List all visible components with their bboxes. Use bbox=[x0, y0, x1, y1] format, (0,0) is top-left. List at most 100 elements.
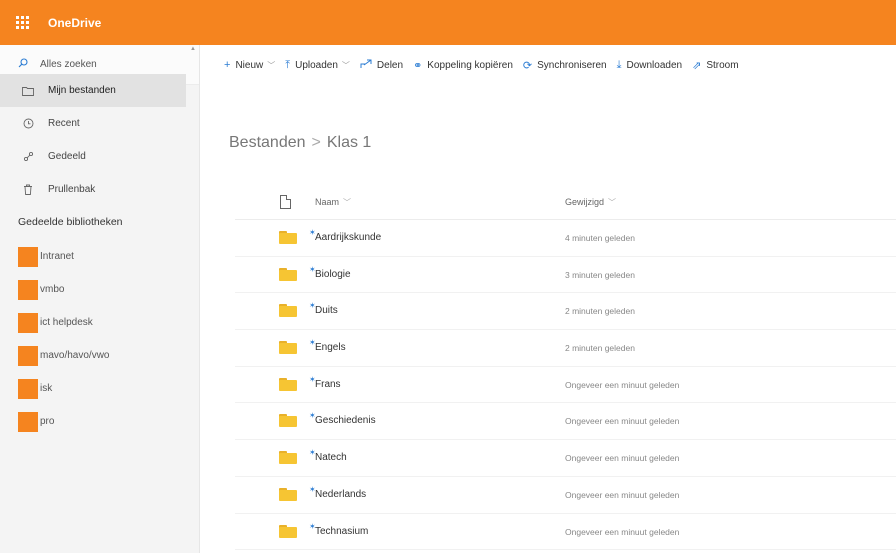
file-modified: Ongeveer een minuut geleden bbox=[565, 416, 680, 427]
new-label: Nieuw bbox=[235, 59, 264, 71]
app-title[interactable]: OneDrive bbox=[48, 16, 101, 30]
breadcrumb-root[interactable]: Bestanden bbox=[229, 134, 306, 151]
breadcrumb-current: Klas 1 bbox=[326, 134, 372, 151]
library-item-pro[interactable]: pro bbox=[18, 405, 109, 438]
file-modified: 3 minuten geleden bbox=[565, 269, 635, 280]
sidebar-item-mijn-bestanden[interactable]: Mijn bestanden bbox=[0, 74, 186, 107]
library-item-vmbo[interactable]: vmbo bbox=[18, 273, 109, 306]
file-row[interactable]: ✶ Geschiedenis Ongeveer een minuut geled… bbox=[235, 403, 896, 441]
chevron-down-icon: ﹀ bbox=[341, 60, 350, 70]
library-label: pro bbox=[40, 416, 55, 427]
sync-button[interactable]: ⟳ Synchroniseren bbox=[523, 59, 607, 72]
plus-icon: + bbox=[224, 59, 231, 71]
folder-icon bbox=[279, 414, 297, 428]
library-item-isk[interactable]: isk bbox=[18, 372, 109, 405]
file-row[interactable]: ✶ Natech Ongeveer een minuut geleden bbox=[235, 440, 896, 477]
waffle-icon bbox=[15, 16, 29, 29]
file-row[interactable]: ✶ Frans Ongeveer een minuut geleden bbox=[235, 367, 896, 404]
new-button[interactable]: + Nieuw ﹀ bbox=[224, 59, 275, 71]
file-modified: 2 minuten geleden bbox=[565, 343, 635, 354]
chevron-down-icon: ﹀ bbox=[267, 60, 276, 70]
file-name[interactable]: Nederlands bbox=[315, 489, 366, 500]
file-row[interactable]: ✶ Technasium Ongeveer een minuut geleden bbox=[235, 514, 896, 551]
share-button[interactable]: Delen bbox=[360, 59, 403, 72]
folder-icon bbox=[279, 304, 297, 318]
folder-icon bbox=[279, 341, 297, 355]
sidebar-item-gedeeld[interactable]: Gedeeld bbox=[0, 140, 199, 173]
flow-button[interactable]: ⇗ Stroom bbox=[692, 59, 738, 72]
library-icon bbox=[18, 246, 38, 267]
file-name[interactable]: Aardrijkskunde bbox=[315, 232, 381, 243]
chevron-down-icon: ﹀ bbox=[343, 198, 352, 207]
library-item-ict-helpdesk[interactable]: ict helpdesk bbox=[18, 306, 109, 339]
library-item-mavo-havo-vwo[interactable]: mavo/havo/vwo bbox=[18, 339, 109, 372]
link-icon: ⚭ bbox=[413, 59, 423, 72]
upload-button[interactable]: ⤒ Uploaden ﹀ bbox=[285, 59, 350, 72]
sync-label: Synchroniseren bbox=[537, 59, 607, 71]
file-name[interactable]: Biologie bbox=[315, 269, 351, 280]
shared-libraries-list: Intranet vmbo ict helpdesk mavo/havo/vwo… bbox=[18, 240, 109, 438]
breadcrumb: Bestanden > Klas 1 bbox=[229, 134, 371, 152]
folder-icon bbox=[20, 86, 36, 96]
library-icon bbox=[18, 378, 38, 399]
file-modified: Ongeveer een minuut geleden bbox=[565, 489, 680, 500]
copy-link-button[interactable]: ⚭ Koppeling kopiëren bbox=[413, 59, 513, 72]
top-bar: OneDrive bbox=[0, 0, 896, 45]
library-label: vmbo bbox=[40, 284, 65, 295]
file-name[interactable]: Natech bbox=[315, 452, 347, 463]
library-icon bbox=[18, 345, 38, 366]
file-modified: Ongeveer een minuut geleden bbox=[565, 526, 680, 537]
file-row[interactable]: ✶ Engels 2 minuten geleden bbox=[235, 330, 896, 367]
file-name[interactable]: Geschiedenis bbox=[315, 415, 376, 426]
file-row[interactable]: ✶ Biologie 3 minuten geleden bbox=[235, 257, 896, 294]
library-icon bbox=[18, 279, 38, 300]
shared-libraries-heading: Gedeelde bibliotheken bbox=[18, 216, 123, 228]
file-list-header: Naam ﹀ Gewijzigd ﹀ bbox=[235, 186, 896, 220]
sidebar-item-prullenbak[interactable]: Prullenbak bbox=[0, 173, 199, 206]
sidebar-item-label: Prullenbak bbox=[48, 184, 96, 195]
search-icon bbox=[18, 58, 28, 71]
upload-icon: ⤒ bbox=[285, 58, 291, 71]
file-modified: 4 minuten geleden bbox=[565, 233, 635, 243]
file-name[interactable]: Duits bbox=[315, 305, 338, 316]
column-header-name-label: Naam bbox=[315, 197, 340, 207]
file-modified: 2 minuten geleden bbox=[565, 306, 635, 317]
file-modified: Ongeveer een minuut geleden bbox=[565, 379, 680, 390]
library-icon bbox=[18, 312, 38, 333]
folder-icon bbox=[279, 231, 297, 244]
flow-label: Stroom bbox=[706, 59, 739, 71]
clock-icon bbox=[20, 118, 36, 129]
library-label: mavo/havo/vwo bbox=[40, 350, 110, 361]
column-header-modified[interactable]: Gewijzigd ﹀ bbox=[565, 197, 616, 208]
app-launcher-button[interactable] bbox=[0, 0, 44, 45]
download-button[interactable]: ⤓ Downloaden bbox=[617, 59, 682, 72]
sidebar-item-label: Mijn bestanden bbox=[48, 85, 116, 96]
file-type-icon[interactable] bbox=[280, 195, 291, 209]
copy-link-label: Koppeling kopiëren bbox=[427, 59, 513, 71]
share-label: Delen bbox=[376, 59, 404, 71]
trash-icon bbox=[20, 184, 36, 195]
folder-icon bbox=[279, 267, 297, 281]
collapse-arrow-icon[interactable]: ▲ bbox=[190, 46, 196, 52]
folder-icon bbox=[279, 451, 297, 465]
file-modified: Ongeveer een minuut geleden bbox=[565, 453, 680, 464]
file-row[interactable]: ✶ Nederlands Ongeveer een minuut geleden bbox=[235, 477, 896, 514]
library-label: ict helpdesk bbox=[40, 317, 93, 328]
file-list: ✶ Aardrijkskunde 4 minuten geleden ✶ Bio… bbox=[235, 220, 896, 551]
column-header-name[interactable]: Naam ﹀ bbox=[315, 197, 351, 208]
search-label: Alles zoeken bbox=[40, 59, 97, 70]
folder-icon bbox=[279, 487, 297, 501]
sync-icon: ⟳ bbox=[522, 59, 533, 72]
file-name[interactable]: Frans bbox=[315, 379, 341, 390]
file-row[interactable]: ✶ Aardrijkskunde 4 minuten geleden bbox=[235, 220, 896, 257]
file-name[interactable]: Technasium bbox=[315, 526, 368, 537]
file-row[interactable]: ✶ Duits 2 minuten geleden bbox=[235, 293, 896, 331]
library-icon bbox=[18, 411, 38, 432]
file-name[interactable]: Engels bbox=[315, 342, 346, 353]
sidebar-item-recent[interactable]: Recent bbox=[0, 107, 199, 140]
flow-icon: ⇗ bbox=[692, 59, 702, 72]
sidebar-item-label: Recent bbox=[48, 118, 80, 129]
share-icon bbox=[360, 59, 372, 72]
download-icon: ⤓ bbox=[616, 58, 622, 71]
library-item-intranet[interactable]: Intranet bbox=[18, 240, 109, 273]
